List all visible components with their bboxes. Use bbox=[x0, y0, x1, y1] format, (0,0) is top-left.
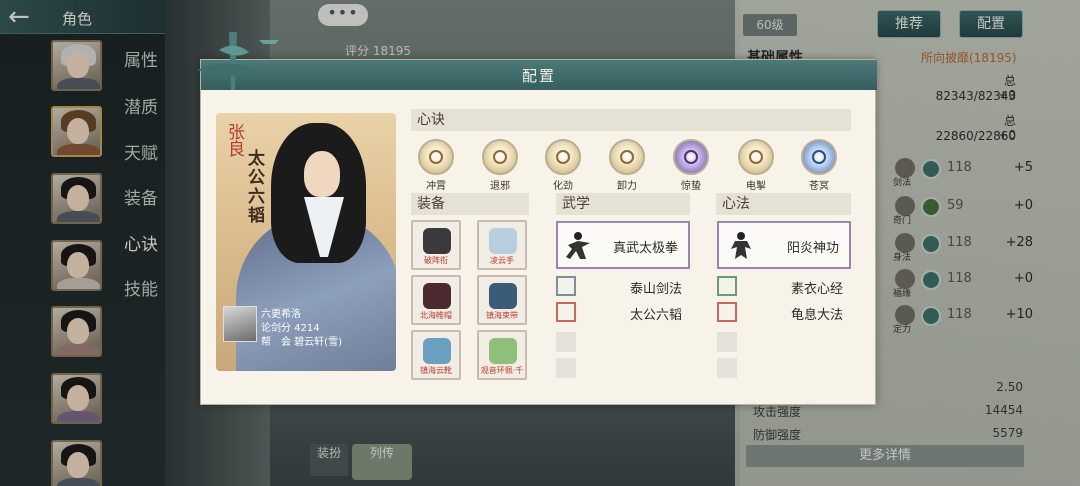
boots-icon bbox=[423, 338, 451, 364]
skill-icon bbox=[418, 139, 454, 175]
skill-icon bbox=[738, 139, 774, 175]
main-martial-art[interactable]: 真武太极拳 bbox=[556, 221, 690, 269]
xinjue-skill[interactable]: 惊蛰 bbox=[671, 139, 711, 192]
owner-avatar bbox=[223, 306, 257, 342]
owner-guild: 帮 会 碧云轩(雪) bbox=[261, 337, 342, 348]
empty-slot[interactable] bbox=[717, 332, 737, 352]
equipment-slot[interactable]: 破阵衔 bbox=[411, 220, 461, 270]
sub-martial-art[interactable]: 太公六韬 bbox=[556, 302, 690, 324]
equipment-header: 装备 bbox=[411, 193, 529, 215]
xinjue-skill[interactable]: 化劲 bbox=[543, 139, 583, 192]
xinjue-skill[interactable]: 冲霄 bbox=[416, 139, 456, 192]
empty-slot[interactable] bbox=[717, 358, 737, 378]
character-face bbox=[304, 151, 340, 197]
character-title: 太公六韬 bbox=[244, 149, 264, 225]
skill-icon bbox=[609, 139, 645, 175]
main-inner-art[interactable]: 阳炎神功 bbox=[717, 221, 851, 269]
sword-style-icon bbox=[556, 276, 576, 296]
skill-icon bbox=[801, 139, 837, 175]
skill-icon bbox=[482, 139, 518, 175]
sub-inner-art[interactable]: 素衣心经 bbox=[717, 276, 851, 298]
xinjue-skill[interactable]: 退邪 bbox=[480, 139, 520, 192]
armor-icon bbox=[423, 283, 451, 309]
sub-martial-art[interactable]: 泰山剑法 bbox=[556, 276, 690, 298]
dialog-title: 配置 bbox=[521, 67, 556, 85]
inner-art-icon bbox=[717, 302, 737, 322]
skill-icon bbox=[673, 139, 709, 175]
helmet-icon bbox=[423, 228, 451, 254]
xinfa-header: 心法 bbox=[716, 193, 851, 215]
equipment-slot[interactable]: 凌云手 bbox=[477, 220, 527, 270]
equipment-slot[interactable]: 观音环佩·千 bbox=[477, 330, 527, 380]
xinjue-header: 心诀 bbox=[411, 109, 851, 131]
equipment-slot[interactable]: 北海帷帽 bbox=[411, 275, 461, 325]
xinjue-skill[interactable]: 苍冥 bbox=[799, 139, 839, 192]
belt-icon bbox=[489, 283, 517, 309]
empty-slot[interactable] bbox=[556, 332, 576, 352]
equipment-slot[interactable]: 镇海云靴 bbox=[411, 330, 461, 380]
gauntlet-icon bbox=[489, 228, 517, 254]
xinjue-skill[interactable]: 卸力 bbox=[607, 139, 647, 192]
strategy-style-icon bbox=[556, 302, 576, 322]
inner-art-pose-icon bbox=[731, 232, 751, 259]
config-dialog: 配置 张良 太公六韬 六更希洛 论剑分 4214 帮 会 碧云轩(雪) 心诀 冲… bbox=[197, 32, 877, 405]
xinjue-skill[interactable]: 电掣 bbox=[736, 139, 776, 192]
owner-name: 六更希洛 bbox=[261, 309, 301, 320]
skill-icon bbox=[545, 139, 581, 175]
ornament-icon bbox=[197, 32, 279, 90]
pendant-icon bbox=[489, 338, 517, 364]
inner-art-icon bbox=[717, 276, 737, 296]
martial-pose-icon bbox=[566, 232, 590, 259]
owner-info: 六更希洛 论剑分 4214 帮 会 碧云轩(雪) bbox=[223, 303, 395, 349]
sub-inner-art[interactable]: 龟息大法 bbox=[717, 302, 851, 324]
equipment-slot[interactable]: 镇海束带 bbox=[477, 275, 527, 325]
owner-score: 论剑分 4214 bbox=[261, 323, 320, 334]
empty-slot[interactable] bbox=[556, 358, 576, 378]
wuxue-header: 武学 bbox=[556, 193, 690, 215]
